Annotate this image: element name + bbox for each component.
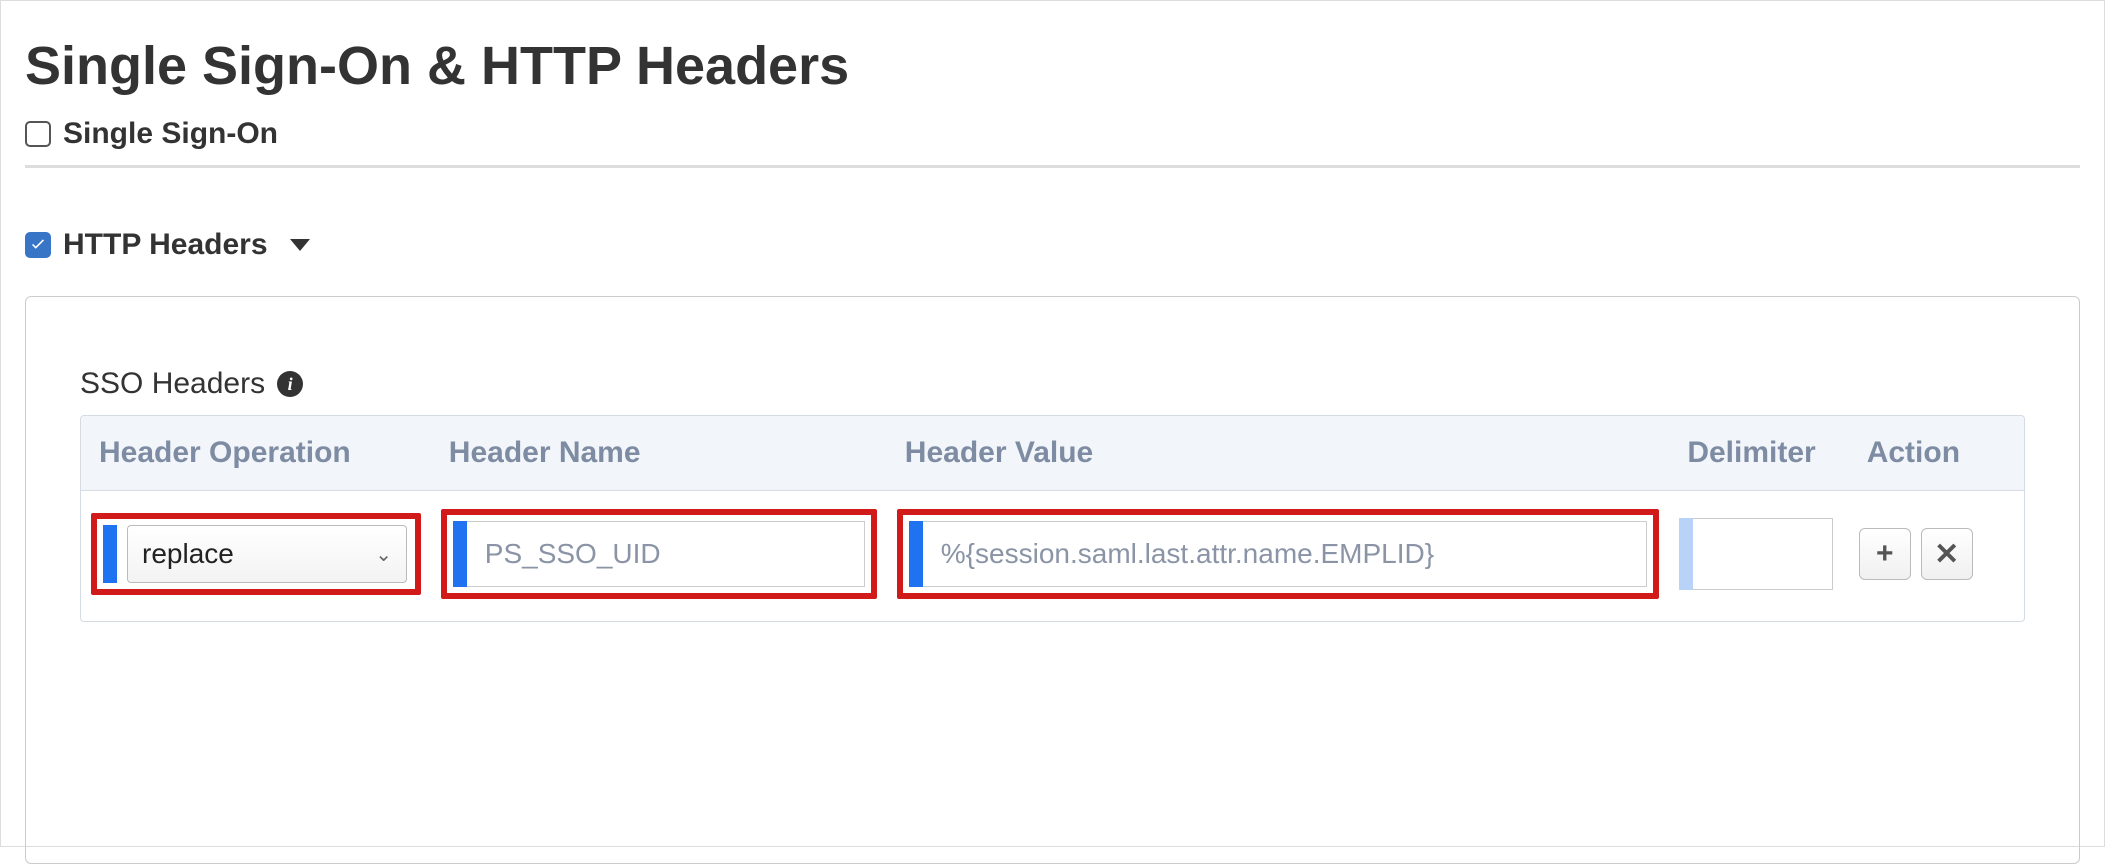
info-icon[interactable]: i <box>277 371 303 397</box>
table-header-row: Header Operation Header Name Header Valu… <box>81 416 2024 491</box>
check-icon <box>29 236 47 254</box>
section-http-headers-row: HTTP Headers <box>25 228 2080 276</box>
header-operation-select[interactable]: replace ⌄ <box>127 525 407 583</box>
delimiter-input[interactable] <box>1693 518 1833 590</box>
close-icon: ✕ <box>1934 537 1959 572</box>
delimiter-cell <box>1679 518 1838 590</box>
active-strip-icon <box>909 521 923 587</box>
col-header-value: Header Value <box>887 416 1670 491</box>
header-value-cell <box>897 509 1660 599</box>
section-sso-row: Single Sign-On <box>25 117 2080 168</box>
sso-headers-label: SSO Headers <box>80 367 265 401</box>
sso-headers-table: Header Operation Header Name Header Valu… <box>80 415 2025 622</box>
header-name-input[interactable] <box>467 521 865 587</box>
remove-row-button[interactable]: ✕ <box>1921 528 1973 580</box>
http-headers-panel: SSO Headers i Header Operation Header Na… <box>25 296 2080 864</box>
action-buttons: + ✕ <box>1859 528 2014 580</box>
col-header-delimiter: Delimiter <box>1669 416 1848 491</box>
plus-icon: + <box>1876 537 1894 571</box>
add-row-button[interactable]: + <box>1859 528 1911 580</box>
header-operation-cell: replace ⌄ <box>91 513 421 595</box>
active-strip-icon <box>453 521 467 587</box>
chevron-down-icon[interactable] <box>290 239 310 251</box>
table-row: replace ⌄ <box>81 491 2024 622</box>
select-value: replace <box>142 538 234 570</box>
http-headers-checkbox[interactable] <box>25 232 51 258</box>
chevron-down-icon: ⌄ <box>375 542 392 567</box>
inactive-strip-icon <box>1679 518 1693 590</box>
col-header-operation: Header Operation <box>81 416 431 491</box>
http-headers-section-label: HTTP Headers <box>63 228 268 262</box>
header-name-cell <box>441 509 877 599</box>
active-strip-icon <box>103 525 117 583</box>
header-value-input[interactable] <box>923 521 1648 587</box>
col-header-name: Header Name <box>431 416 887 491</box>
sso-headers-heading-row: SSO Headers i <box>80 367 2025 401</box>
sso-section-label: Single Sign-On <box>63 117 278 151</box>
col-header-action: Action <box>1849 416 2024 491</box>
page-title: Single Sign-On & HTTP Headers <box>25 35 2080 97</box>
sso-checkbox[interactable] <box>25 121 51 147</box>
